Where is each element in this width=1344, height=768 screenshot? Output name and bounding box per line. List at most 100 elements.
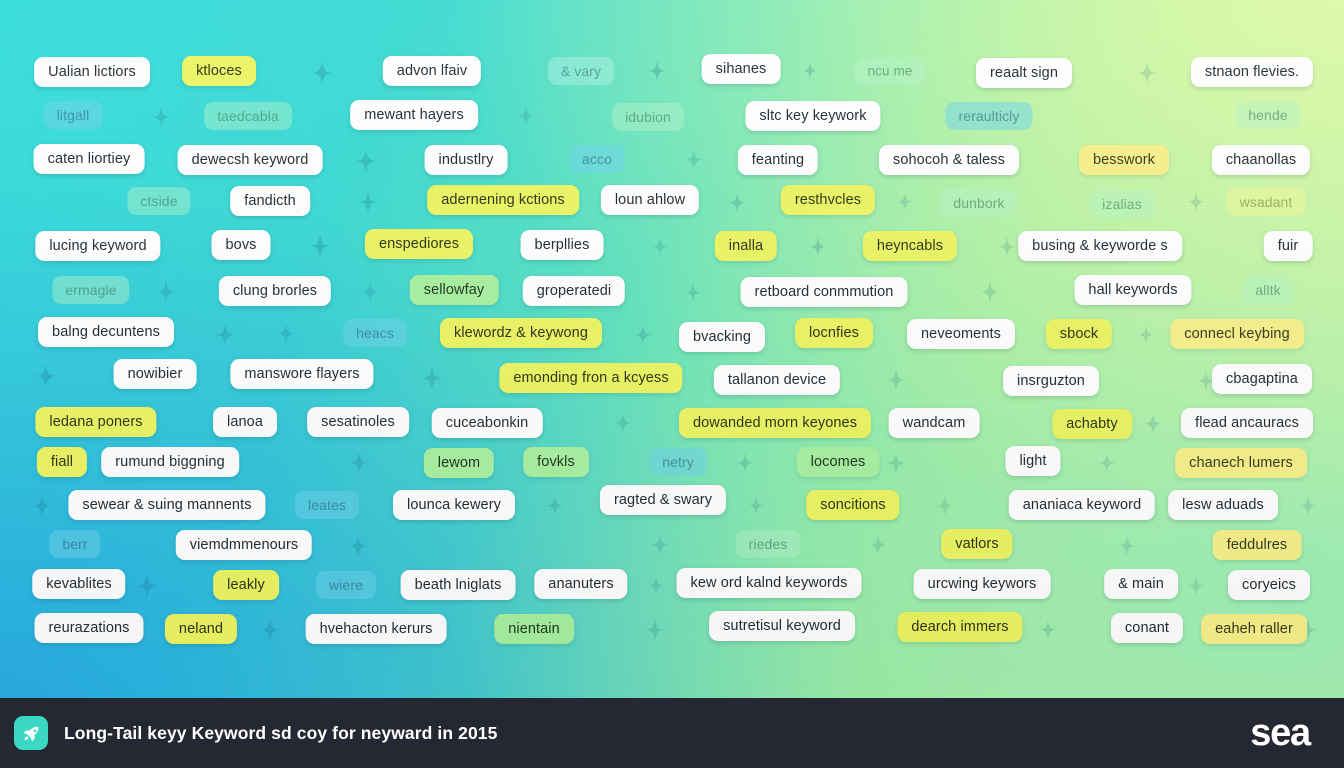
keyword-tag[interactable]: sltc key keywork bbox=[745, 101, 881, 131]
keyword-tag[interactable]: alltk bbox=[1242, 276, 1294, 304]
keyword-tag[interactable]: ananuters bbox=[534, 569, 628, 599]
keyword-tag[interactable]: riedes bbox=[735, 530, 801, 558]
keyword-tag[interactable]: urcwing keywors bbox=[913, 569, 1051, 599]
keyword-tag[interactable]: wandcam bbox=[888, 408, 980, 438]
keyword-tag[interactable]: nientain bbox=[494, 614, 574, 644]
keyword-tag[interactable]: coryeics bbox=[1228, 570, 1310, 600]
keyword-tag[interactable]: mewant hayers bbox=[350, 100, 478, 130]
keyword-tag[interactable]: locomes bbox=[796, 447, 880, 477]
keyword-tag[interactable]: heacs bbox=[343, 319, 407, 347]
keyword-tag[interactable]: balng decuntens bbox=[38, 317, 174, 347]
keyword-tag[interactable]: idubion bbox=[612, 103, 684, 131]
keyword-tag[interactable]: feanting bbox=[737, 145, 819, 175]
keyword-tag[interactable]: sohocoh & taless bbox=[878, 145, 1020, 175]
keyword-tag[interactable]: hvehacton kerurs bbox=[305, 614, 447, 644]
keyword-tag[interactable]: litgall bbox=[43, 101, 103, 129]
keyword-tag[interactable]: cuceabonkin bbox=[431, 408, 543, 438]
keyword-tag[interactable]: vatlors bbox=[941, 529, 1013, 559]
keyword-tag[interactable]: tallanon device bbox=[713, 365, 841, 395]
keyword-tag[interactable]: taedcabla bbox=[204, 102, 292, 130]
keyword-tag[interactable]: ananiaca keyword bbox=[1008, 490, 1156, 520]
keyword-tag[interactable]: resthvcles bbox=[780, 185, 876, 215]
keyword-tag[interactable]: achabty bbox=[1052, 409, 1132, 439]
keyword-tag[interactable]: hall keywords bbox=[1074, 275, 1192, 305]
keyword-tag[interactable]: leates bbox=[295, 491, 359, 519]
keyword-tag[interactable]: reurazations bbox=[34, 613, 144, 643]
keyword-tag[interactable]: clung brorles bbox=[218, 276, 332, 306]
keyword-tag[interactable]: caten liortiey bbox=[33, 144, 145, 174]
keyword-tag[interactable]: sesatinoles bbox=[307, 407, 409, 437]
keyword-tag[interactable]: sutretisul keyword bbox=[709, 611, 855, 641]
keyword-tag[interactable]: lesw aduads bbox=[1168, 490, 1278, 520]
keyword-tag[interactable]: ragted & swary bbox=[599, 485, 727, 515]
keyword-tag[interactable]: sbock bbox=[1045, 319, 1113, 349]
keyword-tag[interactable]: stnaon flevies. bbox=[1190, 57, 1314, 87]
keyword-tag[interactable]: Ualian lictiors bbox=[34, 57, 150, 87]
keyword-tag[interactable]: industlry bbox=[424, 145, 508, 175]
keyword-tag[interactable]: insrguzton bbox=[1003, 366, 1099, 396]
keyword-tag[interactable]: viemdmmenours bbox=[175, 530, 313, 560]
keyword-tag[interactable]: conant bbox=[1110, 613, 1184, 643]
keyword-tag[interactable]: acco bbox=[569, 145, 625, 173]
keyword-tag[interactable]: emonding fron a kcyess bbox=[499, 363, 683, 393]
keyword-tag[interactable]: ctside bbox=[127, 187, 191, 215]
keyword-tag[interactable]: eaheh raller bbox=[1201, 614, 1307, 644]
keyword-tag[interactable]: manswore flayers bbox=[230, 359, 374, 389]
keyword-tag[interactable]: lucing keyword bbox=[35, 231, 161, 261]
keyword-tag[interactable]: ledana poners bbox=[35, 407, 157, 437]
keyword-tag[interactable]: berpllies bbox=[520, 230, 604, 260]
keyword-tag[interactable]: bovs bbox=[211, 230, 271, 260]
keyword-tag[interactable]: fiall bbox=[36, 447, 88, 477]
keyword-tag[interactable]: kevablites bbox=[32, 569, 126, 599]
keyword-tag[interactable]: ncu me bbox=[854, 57, 926, 85]
keyword-tag[interactable]: fovkls bbox=[523, 447, 589, 477]
keyword-tag[interactable]: fandicth bbox=[230, 186, 310, 216]
keyword-tag[interactable]: light bbox=[1005, 446, 1061, 476]
keyword-tag[interactable]: inalla bbox=[714, 231, 778, 261]
keyword-tag[interactable]: heyncabls bbox=[862, 231, 958, 261]
keyword-tag[interactable]: sihanes bbox=[701, 54, 781, 84]
keyword-tag[interactable]: lanoa bbox=[213, 407, 277, 437]
keyword-tag[interactable]: lewom bbox=[423, 448, 495, 478]
keyword-tag[interactable]: retboard conmmution bbox=[740, 277, 908, 307]
keyword-tag[interactable]: feddulres bbox=[1212, 530, 1302, 560]
keyword-tag[interactable]: groperatedi bbox=[522, 276, 626, 306]
keyword-tag[interactable]: ktloces bbox=[182, 56, 256, 86]
keyword-tag[interactable]: kew ord kalnd keywords bbox=[676, 568, 862, 598]
keyword-tag[interactable]: rumund biggning bbox=[101, 447, 239, 477]
keyword-tag[interactable]: netry bbox=[649, 448, 707, 476]
keyword-tag[interactable]: ermagle bbox=[52, 276, 130, 304]
keyword-tag[interactable]: reaalt sign bbox=[976, 58, 1072, 88]
keyword-tag[interactable]: soncitions bbox=[806, 490, 900, 520]
keyword-tag[interactable]: besswork bbox=[1078, 145, 1170, 175]
keyword-tag[interactable]: bvacking bbox=[678, 322, 766, 352]
keyword-tag[interactable]: neland bbox=[164, 614, 238, 644]
keyword-tag[interactable]: berr bbox=[49, 530, 101, 558]
keyword-tag[interactable]: connecl keybing bbox=[1170, 319, 1304, 349]
keyword-tag[interactable]: busing & keyworde s bbox=[1018, 231, 1182, 261]
keyword-tag[interactable]: locnfies bbox=[795, 318, 873, 348]
keyword-tag[interactable]: reraulticly bbox=[945, 102, 1033, 130]
keyword-tag[interactable]: loun ahlow bbox=[600, 185, 700, 215]
keyword-tag[interactable]: hende bbox=[1235, 101, 1301, 129]
keyword-tag[interactable]: adernening kctions bbox=[427, 185, 579, 215]
keyword-tag[interactable]: dearch immers bbox=[897, 612, 1023, 642]
keyword-tag[interactable]: chanech lumers bbox=[1175, 448, 1307, 478]
keyword-tag[interactable]: dowanded morn keyones bbox=[678, 408, 872, 438]
keyword-tag[interactable]: dewecsh keyword bbox=[177, 145, 323, 175]
keyword-tag[interactable]: & main bbox=[1104, 569, 1178, 599]
keyword-tag[interactable]: nowibier bbox=[113, 359, 197, 389]
keyword-tag[interactable]: izalias bbox=[1089, 190, 1155, 218]
keyword-tag[interactable]: sewear & suing mannents bbox=[68, 490, 266, 520]
keyword-tag[interactable]: advon lfaiv bbox=[382, 56, 482, 86]
keyword-tag[interactable]: flead ancauracs bbox=[1181, 408, 1313, 438]
keyword-tag[interactable]: lounca kewery bbox=[393, 490, 515, 520]
keyword-tag[interactable]: beath lniglats bbox=[400, 570, 516, 600]
keyword-tag[interactable]: klewordz & keywong bbox=[440, 318, 602, 348]
keyword-tag[interactable]: dunbork bbox=[940, 189, 1018, 217]
keyword-tag[interactable]: fuir bbox=[1263, 231, 1313, 261]
keyword-tag[interactable]: & vary bbox=[547, 57, 615, 85]
keyword-tag[interactable]: enspediores bbox=[364, 229, 474, 259]
keyword-tag[interactable]: chaanollas bbox=[1211, 145, 1311, 175]
keyword-tag[interactable]: sellowfay bbox=[409, 275, 499, 305]
